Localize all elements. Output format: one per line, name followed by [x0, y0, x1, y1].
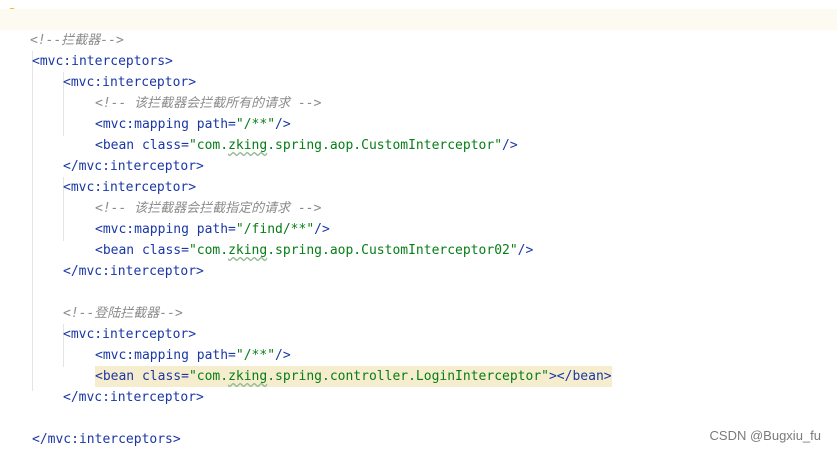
code-line[interactable]: <!-- 该拦截器会拦截指定的请求 --> — [0, 177, 837, 216]
code-line-empty[interactable] — [0, 387, 837, 408]
code-line-highlighted[interactable]: <bean class="com.zking.spring.controller… — [0, 345, 837, 387]
code-line[interactable]: <mvc:interceptors> — [0, 30, 837, 69]
code-line[interactable]: <!--登陆拦截器--> — [0, 282, 837, 321]
code-line[interactable]: <mvc:interceptor> — [0, 156, 837, 195]
watermark: CSDN @Bugxiu_fu — [709, 428, 821, 443]
code-line[interactable]: </mvc:interceptor> — [0, 366, 837, 405]
code-line[interactable]: <mvc:interceptor> — [0, 51, 837, 90]
code-line[interactable]: <mvc:interceptor> — [0, 303, 837, 342]
xml-close-tag: </mvc:interceptors> — [32, 432, 181, 447]
code-line[interactable]: <bean class="com.zking.spring.aop.Custom… — [0, 219, 837, 258]
code-line[interactable]: <mvc:mapping path="/find/**"/> — [0, 198, 837, 237]
code-line[interactable]: <!--拦截器--> — [0, 9, 837, 48]
code-line-empty[interactable] — [0, 261, 837, 282]
code-line[interactable]: <!-- 该拦截器会拦截所有的请求 --> — [0, 72, 837, 111]
code-line[interactable]: </mvc:interceptor> — [0, 240, 837, 279]
code-line[interactable]: <mvc:mapping path="/**"/> — [0, 93, 837, 132]
code-line[interactable]: </mvc:interceptors> — [0, 408, 837, 447]
code-line[interactable]: <bean class="com.zking.spring.aop.Custom… — [0, 114, 837, 153]
code-line[interactable]: <mvc:mapping path="/**"/> — [0, 324, 837, 363]
code-line[interactable]: </mvc:interceptor> — [0, 135, 837, 174]
